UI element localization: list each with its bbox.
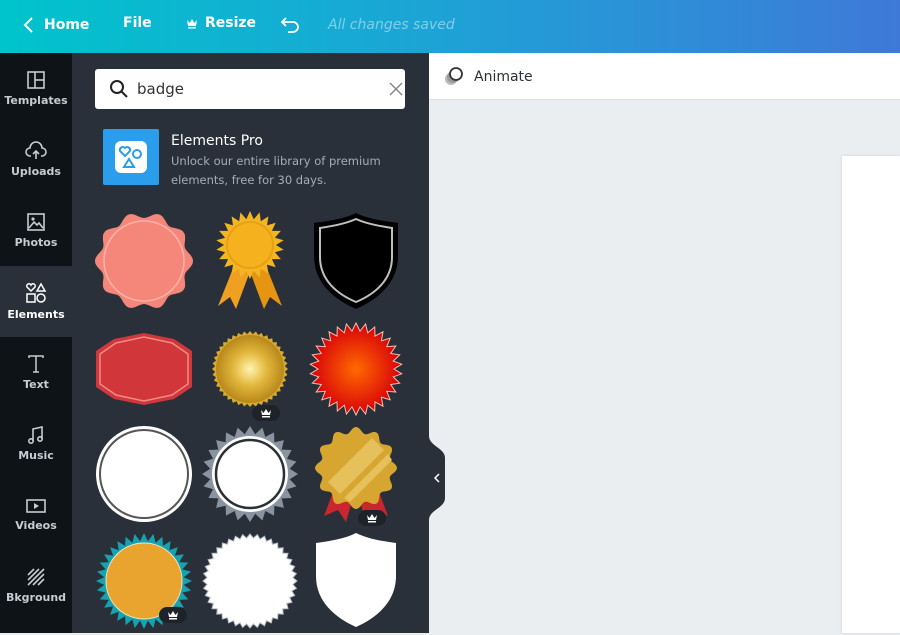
sidebar-item-label: Elements (7, 308, 65, 321)
sidebar-item-uploads[interactable]: Uploads (0, 124, 72, 195)
white-ring-circle-graphic (96, 426, 192, 522)
file-menu-button[interactable]: File (123, 15, 152, 31)
gold-foil-seal-graphic (212, 331, 288, 407)
sidebar-item-music[interactable]: Music (0, 408, 72, 479)
elements-pro-badge (103, 129, 159, 185)
home-label: Home (44, 17, 90, 33)
search-box (95, 69, 405, 109)
result-gold-foil-seal[interactable] (200, 319, 300, 421)
elements-pro-icon (115, 141, 147, 173)
white-serrated-seal-graphic (202, 533, 298, 629)
photo-icon (27, 213, 45, 231)
editor-toolbar: Animate (429, 53, 900, 100)
shapes-icon (26, 282, 47, 303)
templates-icon (27, 71, 45, 89)
top-bar: Home File Resize All changes saved (0, 0, 900, 53)
result-gold-rosette-ribbon[interactable] (306, 424, 406, 526)
home-button[interactable]: Home (22, 15, 89, 35)
promo-title: Elements Pro (171, 133, 263, 149)
sidebar: Templates Uploads Photos Elements Text M… (0, 53, 72, 633)
crown-icon (261, 409, 271, 418)
red-starburst-graphic (309, 321, 403, 417)
background-pattern-icon (27, 568, 45, 586)
undo-icon (280, 17, 299, 33)
result-gold-ribbon-award[interactable] (200, 211, 300, 311)
result-pink-scalloped-badge[interactable] (94, 211, 194, 311)
animate-button[interactable]: Animate (443, 66, 533, 88)
premium-badge (252, 405, 280, 421)
sidebar-item-label: Photos (14, 236, 58, 249)
sidebar-item-label: Bkground (5, 591, 67, 604)
result-black-shield[interactable] (306, 211, 406, 311)
resize-button[interactable]: Resize (186, 15, 256, 31)
clear-search-icon[interactable] (389, 82, 403, 96)
sidebar-item-label: Videos (15, 519, 57, 532)
search-icon (110, 80, 128, 98)
result-white-ring-circle[interactable] (94, 424, 194, 524)
gray-starburst-ring-graphic (202, 426, 298, 522)
result-red-starburst[interactable] (306, 319, 406, 419)
crown-icon (367, 514, 377, 523)
chevron-left-icon (23, 17, 33, 33)
white-shield-graphic (316, 533, 396, 627)
crown-icon (187, 19, 197, 29)
text-icon (28, 355, 44, 373)
promo-description: Unlock our entire library of premium ele… (171, 154, 381, 187)
sidebar-item-videos[interactable]: Videos (0, 479, 72, 550)
elements-panel: Elements Pro Unlock our entire library o… (72, 53, 429, 633)
sidebar-item-photos[interactable]: Photos (0, 195, 72, 266)
undo-button[interactable] (280, 14, 302, 36)
crown-icon (168, 611, 178, 620)
file-label: File (123, 15, 152, 31)
resize-label: Resize (205, 15, 257, 31)
result-white-serrated-seal[interactable] (200, 531, 300, 631)
collapse-panel-handle[interactable] (429, 436, 445, 520)
sidebar-item-templates[interactable]: Templates (0, 53, 72, 124)
music-note-icon (27, 426, 44, 445)
panel-handle-tab (429, 436, 445, 520)
sidebar-item-label: Text (23, 378, 49, 391)
premium-badge (159, 607, 187, 623)
pink-scalloped-badge-graphic (95, 214, 193, 308)
result-red-hexagon-label[interactable] (94, 319, 194, 419)
sidebar-item-elements[interactable]: Elements (0, 266, 72, 337)
red-hexagon-label-graphic (96, 333, 192, 405)
gold-ribbon-award-graphic (216, 211, 284, 309)
design-canvas-page[interactable] (842, 156, 900, 633)
black-shield-graphic (314, 213, 398, 309)
result-white-shield[interactable] (306, 531, 406, 631)
save-status: All changes saved (328, 17, 455, 33)
animate-label: Animate (474, 69, 533, 85)
search-input[interactable] (137, 80, 357, 98)
upload-cloud-icon (25, 141, 47, 159)
sidebar-item-background[interactable]: Bkground (0, 550, 72, 621)
sidebar-item-text[interactable]: Text (0, 337, 72, 408)
result-teal-orange-seal[interactable] (94, 531, 194, 631)
sidebar-item-label: Uploads (11, 165, 61, 178)
elements-pro-promo[interactable]: Elements Pro Unlock our entire library o… (103, 129, 413, 187)
sidebar-item-label: Music (18, 449, 54, 462)
animate-icon (445, 67, 463, 85)
gold-rosette-ribbon-graphic (315, 427, 397, 522)
sidebar-item-label: Templates (4, 94, 68, 107)
video-icon (26, 499, 46, 513)
result-gray-starburst-ring[interactable] (200, 424, 300, 524)
premium-badge (358, 510, 386, 526)
